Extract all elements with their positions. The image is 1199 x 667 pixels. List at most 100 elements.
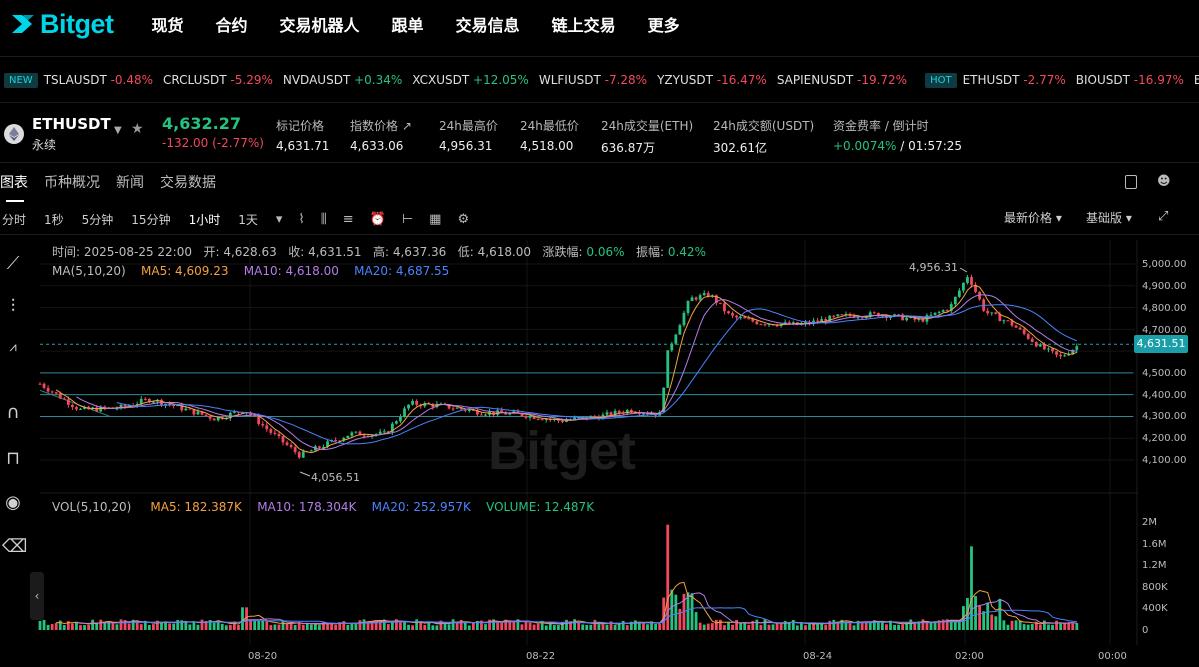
close-label: 收: [288,245,305,259]
volume-bar [670,589,674,630]
volume-bar [301,624,305,630]
volume-bar [83,625,86,630]
volume-bar [71,623,74,630]
volume-bar [719,619,722,630]
candle-body [698,295,702,300]
volume-bar [192,622,196,630]
volume-bar [654,623,657,630]
volume-bar [285,623,289,630]
candle-body [941,310,945,312]
volume-bar [605,624,609,630]
volume-bar [127,623,131,630]
volume-bar [415,619,419,630]
volume-bar [1022,624,1026,630]
price-chart[interactable] [0,0,1199,667]
volume-bar [354,623,358,630]
candle-body [273,432,277,434]
volume-bar [224,625,228,630]
candle-info: 时间: 2025-08-25 22:00 开: 4,628.63 收: 4,63… [52,243,706,260]
volume-bar [597,624,601,630]
volume-bar [322,621,325,630]
volume-bar [694,612,698,630]
volume-bar [791,619,795,630]
vol-ma5-line [56,581,1077,625]
volume-bar [212,622,216,630]
open-label: 开: [203,245,220,259]
volume-bar [990,614,994,630]
volume-bar [593,619,597,630]
candle-body [856,317,860,319]
volume-bar [573,619,576,630]
volume-bar [532,624,536,630]
candle-body [350,432,354,436]
volume-bar [893,624,896,630]
volume-bar [795,625,799,630]
volume-bar [658,623,662,630]
volume-bar [87,625,90,630]
candle-body [937,311,941,313]
candle-body [832,315,836,317]
volume-bar [237,625,240,630]
open-value: 4,628.63 [223,245,277,259]
volume-bar [427,622,431,630]
ma20-value: MA20: 4,687.55 [354,264,450,278]
volume-bar [281,620,285,630]
candle-body [727,311,730,314]
volume-bar [779,623,783,630]
volume-bar [994,616,998,630]
candle-body [38,383,42,385]
volume-bar [666,524,670,630]
candle-body [986,310,990,314]
low-value: 4,618.00 [477,245,532,259]
volume-bar [702,624,706,630]
volume-bar [824,625,828,630]
volume-bar [909,619,913,630]
candle-body [755,321,759,325]
candle-body [66,399,70,405]
volume-bar [265,621,269,630]
volume-bar [484,624,487,630]
volume-bar [500,622,504,630]
volume-bar [257,620,261,630]
volume-bar [974,596,977,630]
candle-body [617,410,621,413]
volume-bar [411,625,414,630]
volume-bar [800,623,803,630]
price-axis-label: 4,900.00 [1142,281,1187,292]
candle-body [289,444,293,448]
volume-bar [1038,624,1042,630]
volume-bar [581,624,585,630]
volume-bar [747,625,751,630]
volume-bar [386,624,390,630]
volume-bar [767,624,771,630]
volume-bar [50,624,54,630]
high-label: 高: [372,245,390,259]
candle-body [71,404,74,408]
candle-body [840,314,844,316]
volume-bar [885,624,888,630]
candle-body [346,435,350,439]
candle-body [50,391,54,393]
candle-body [451,408,455,410]
volume-bar [362,619,366,630]
candle-body [953,296,957,305]
low-label: 低: [457,245,474,259]
candle-body [455,407,459,409]
volume-bar [763,619,767,630]
volume-bar [601,624,605,630]
candle-body [1047,348,1050,350]
volume-bar [755,619,759,630]
candle-body [1006,320,1010,322]
volume-bar [589,624,593,630]
volume-bar [346,624,350,630]
close-value: 4,631.51 [308,245,362,259]
candle-body [670,343,674,351]
volume-bar [62,625,66,630]
candle-body [403,408,406,417]
volume-bar [358,620,362,630]
volume-bar [901,624,905,630]
candle-body [719,302,722,304]
low-marker-tick [299,471,311,477]
volume-bar [832,619,836,630]
volume-bar [690,593,694,630]
